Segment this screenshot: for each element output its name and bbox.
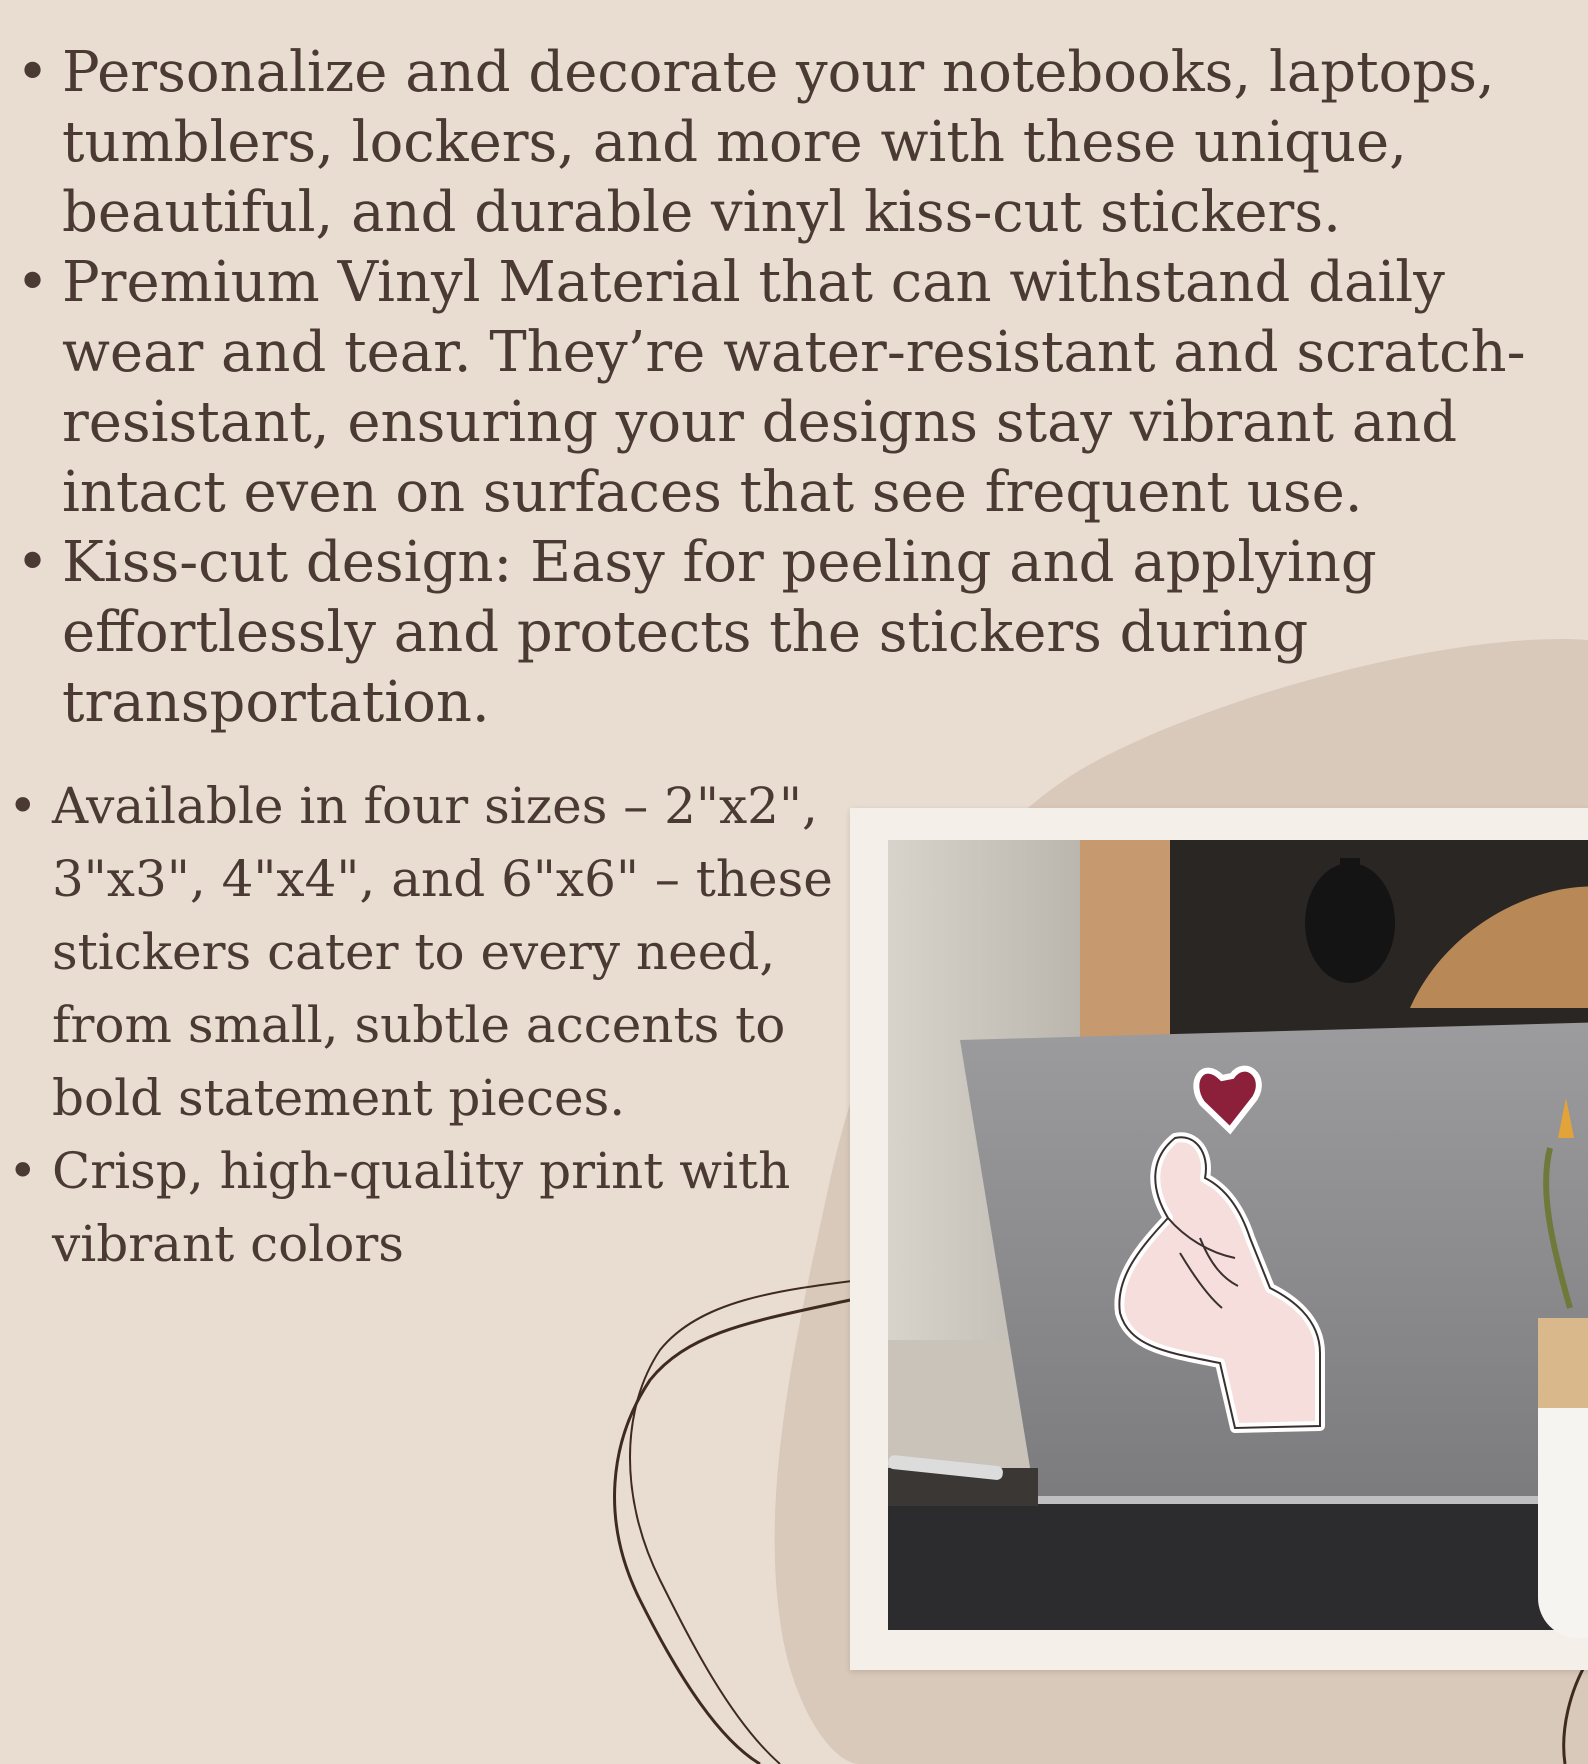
laptop-sticker-photo	[888, 840, 1588, 1638]
feature-item: Premium Vinyl Material that can withstan…	[16, 248, 1588, 528]
detail-item: Crisp, high-quality print with vibrant c…	[8, 1135, 872, 1281]
feature-list: Personalize and decorate your notebooks,…	[16, 38, 1588, 738]
detail-list: Available in four sizes – 2"x2", 3"x3", …	[8, 770, 872, 1281]
detail-item: Available in four sizes – 2"x2", 3"x3", …	[8, 770, 872, 1135]
product-photo-polaroid	[850, 808, 1588, 1670]
feature-item: Kiss-cut design: Easy for peeling and ap…	[16, 528, 1588, 738]
feature-item: Personalize and decorate your notebooks,…	[16, 38, 1588, 248]
